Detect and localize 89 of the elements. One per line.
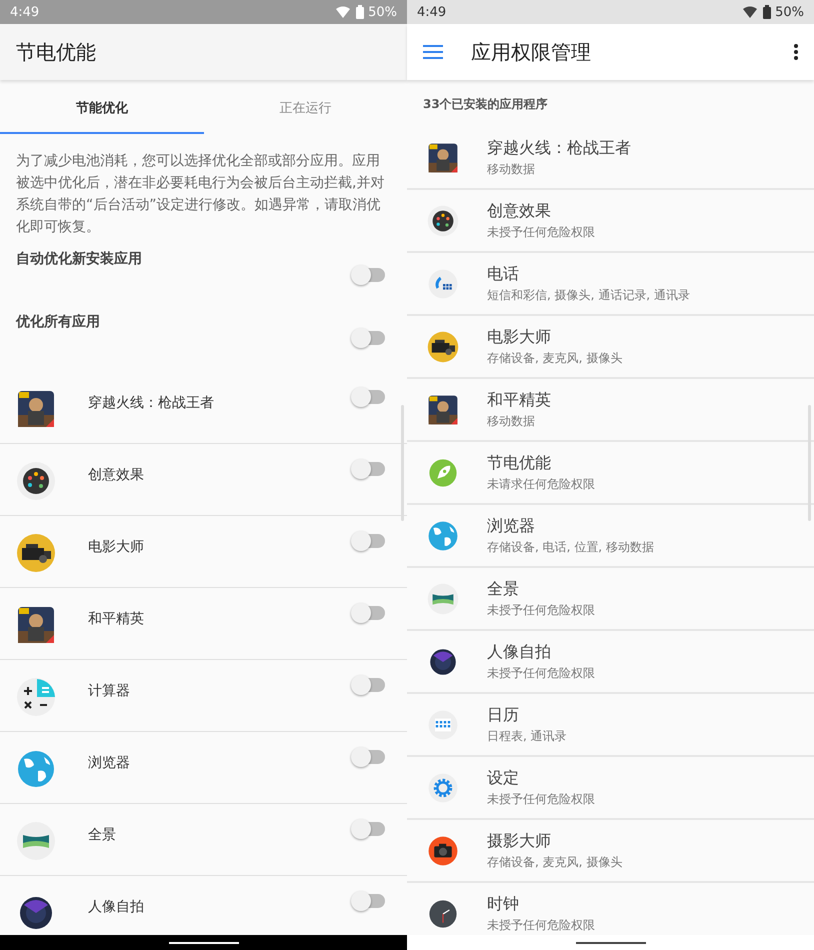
status-time: 4:49 <box>10 4 40 20</box>
movie-camera-icon <box>427 330 459 362</box>
permissions-text: 移动数据 <box>487 412 536 430</box>
app-name: 浏览器 <box>88 754 131 772</box>
globe-icon <box>427 520 459 552</box>
toggle-switch[interactable] <box>353 268 385 282</box>
description-text: 为了减少电池消耗，您可以选择优化全部或部分应用。应用被选中优化后，潜在非必要耗电行为会被后台主动拦截,并对系统自带的“后台活动”设定进行修改。如遇异常，请取消优化即可恢复。 <box>16 152 386 237</box>
permissions-text: 未授予任何危险权限 <box>487 790 595 808</box>
clock-icon <box>427 898 459 930</box>
app-name: 创意效果 <box>88 466 145 484</box>
globe-icon <box>16 749 56 789</box>
menu-icon[interactable] <box>423 45 443 59</box>
app-name: 计算器 <box>88 682 131 700</box>
battery-icon <box>356 5 364 19</box>
toggle-switch[interactable] <box>353 331 385 345</box>
settings-icon <box>427 772 459 804</box>
toggle-switch[interactable] <box>353 462 385 476</box>
phone-icon <box>427 268 459 300</box>
battery-level: 50% <box>368 4 397 20</box>
battery-icon <box>763 5 772 19</box>
app-name: 电影大师 <box>487 326 552 348</box>
wifi-icon <box>743 6 760 18</box>
home-indicator[interactable] <box>576 942 646 944</box>
app-name: 摄影大师 <box>487 830 552 852</box>
permissions-text: 移动数据 <box>487 160 536 178</box>
toggle-switch[interactable] <box>353 606 385 620</box>
camera-icon <box>427 834 459 866</box>
permissions-text: 存储设备, 麦克风, 摄像头 <box>487 854 622 870</box>
setting-label: 优化所有应用 <box>16 313 100 331</box>
app-list-item[interactable]: 穿越火线：枪战王者 移动数据 <box>407 127 814 190</box>
panorama-icon <box>16 821 56 861</box>
app-name: 穿越火线：枪战王者 <box>487 138 631 158</box>
app-list-item[interactable]: 和平精英 移动数据 <box>407 379 814 442</box>
app-name: 日历 <box>487 704 520 726</box>
app-list-item[interactable]: 人像自拍 未授予任何危险权限 <box>407 631 814 694</box>
movie-camera-icon <box>16 533 56 573</box>
section-header: 33个已安装的应用程序 <box>422 96 549 113</box>
permissions-text: 存储设备, 麦克风, 摄像头 <box>487 350 622 366</box>
app-list-item[interactable]: 全景 未授予任何危险权限 <box>407 568 814 631</box>
app-name: 和平精英 <box>487 390 551 410</box>
app-list-item[interactable]: 浏览器 存储设备, 电话, 位置, 移动数据 <box>407 505 814 568</box>
permissions-text: 日程表, 通讯录 <box>487 728 567 744</box>
app-list-item[interactable]: 电影大师 存储设备, 麦克风, 摄像头 <box>407 316 814 379</box>
app-name: 全景 <box>88 826 117 844</box>
toggle-switch[interactable] <box>353 822 385 836</box>
toggle-switch[interactable] <box>353 534 385 548</box>
rocket-icon <box>427 456 459 488</box>
screen-title: 节电优能 <box>16 38 97 66</box>
app-name: 节电优能 <box>487 452 552 474</box>
app-name: 电影大师 <box>88 538 145 556</box>
app-list-item[interactable]: 创意效果 未授予任何危险权限 <box>407 190 814 253</box>
app-list-item[interactable]: 电话 短信和彩信, 摄像头, 通话记录, 通讯录 <box>407 253 814 316</box>
permissions-text: 存储设备, 电话, 位置, 移动数据 <box>487 538 654 556</box>
permissions-text: 未授予任何危险权限 <box>487 664 595 682</box>
app-name: 设定 <box>487 768 520 788</box>
battery-level: 50% <box>775 4 804 20</box>
app-list-item[interactable]: 摄影大师 存储设备, 麦克风, 摄像头 <box>407 820 814 883</box>
tab[interactable]: 节能优化 <box>0 80 204 134</box>
app-list-item[interactable]: 设定 未授予任何危险权限 <box>407 757 814 820</box>
app-name: 全景 <box>487 578 520 600</box>
permissions-text: 未授予任何危险权限 <box>487 224 595 240</box>
calendar-icon <box>427 708 459 740</box>
permissions-text: 短信和彩信, 摄像头, 通话记录, 通讯录 <box>487 286 690 304</box>
panorama-icon <box>427 582 459 614</box>
app-name: 时钟 <box>487 894 520 914</box>
palette-icon <box>16 461 56 501</box>
screen-title: 应用权限管理 <box>471 38 592 66</box>
toggle-switch[interactable] <box>353 894 385 908</box>
palette-icon <box>427 204 459 236</box>
setting-label: 自动优化新安装应用 <box>16 250 142 268</box>
calculator-icon <box>16 677 56 717</box>
permissions-text: 未请求任何危险权限 <box>487 476 595 492</box>
app-list-item[interactable]: 日历 日程表, 通讯录 <box>407 694 814 757</box>
app-name: 浏览器 <box>487 516 536 536</box>
app-name: 人像自拍 <box>487 642 552 662</box>
toggle-switch[interactable] <box>353 390 385 404</box>
app-name: 和平精英 <box>88 610 145 628</box>
app-name: 电话 <box>487 264 520 284</box>
permissions-text: 未授予任何危险权限 <box>487 916 595 934</box>
toggle-switch[interactable] <box>353 750 385 764</box>
app-name: 穿越火线：枪战王者 <box>88 394 215 412</box>
home-indicator[interactable] <box>168 942 238 944</box>
app-name: 创意效果 <box>487 200 552 222</box>
toggle-switch[interactable] <box>353 678 385 692</box>
permissions-text: 未授予任何危险权限 <box>487 602 595 618</box>
status-time: 4:49 <box>417 4 446 20</box>
more-options-icon[interactable] <box>794 44 798 60</box>
app-name: 人像自拍 <box>88 898 145 916</box>
wifi-icon <box>336 6 352 18</box>
